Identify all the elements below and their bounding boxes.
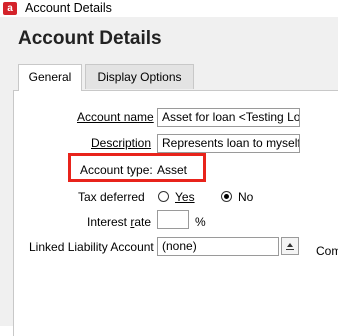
tab-general[interactable]: General — [18, 64, 82, 91]
tax-deferred-label: Tax deferred — [78, 190, 145, 204]
linked-liability-input[interactable]: (none) — [157, 237, 279, 256]
description-label: Description — [91, 136, 152, 150]
dialog-content: Account Details General Display Options … — [0, 17, 338, 336]
tax-deferred-yes-label[interactable]: Yes — [175, 189, 195, 205]
interest-rate-label: Interest rate — [87, 215, 152, 229]
eject-icon-bar — [286, 249, 294, 250]
linked-liability-label: Linked Liability Account — [29, 240, 154, 254]
tab-display-options[interactable]: Display Options — [85, 64, 194, 89]
tax-deferred-no-label[interactable]: No — [238, 189, 253, 205]
truncated-side-label: Com — [316, 244, 338, 258]
description-input[interactable]: Represents loan to myself f — [157, 134, 300, 153]
eject-icon — [287, 243, 293, 247]
title-bar: a Account Details — [0, 0, 338, 17]
page-title: Account Details — [18, 28, 162, 49]
linked-liability-picker-button[interactable] — [281, 237, 299, 255]
tax-deferred-yes-radio[interactable] — [158, 191, 169, 202]
tax-deferred-no-radio[interactable] — [221, 191, 232, 202]
app-logo-icon: a — [3, 2, 17, 15]
interest-rate-input[interactable] — [157, 210, 189, 229]
account-type-highlight-box — [68, 153, 206, 182]
account-name-label: Account name — [77, 110, 154, 124]
account-name-input[interactable]: Asset for loan <Testing Loa — [157, 108, 300, 127]
window-title: Account Details — [25, 1, 112, 15]
interest-rate-unit: % — [195, 215, 206, 229]
